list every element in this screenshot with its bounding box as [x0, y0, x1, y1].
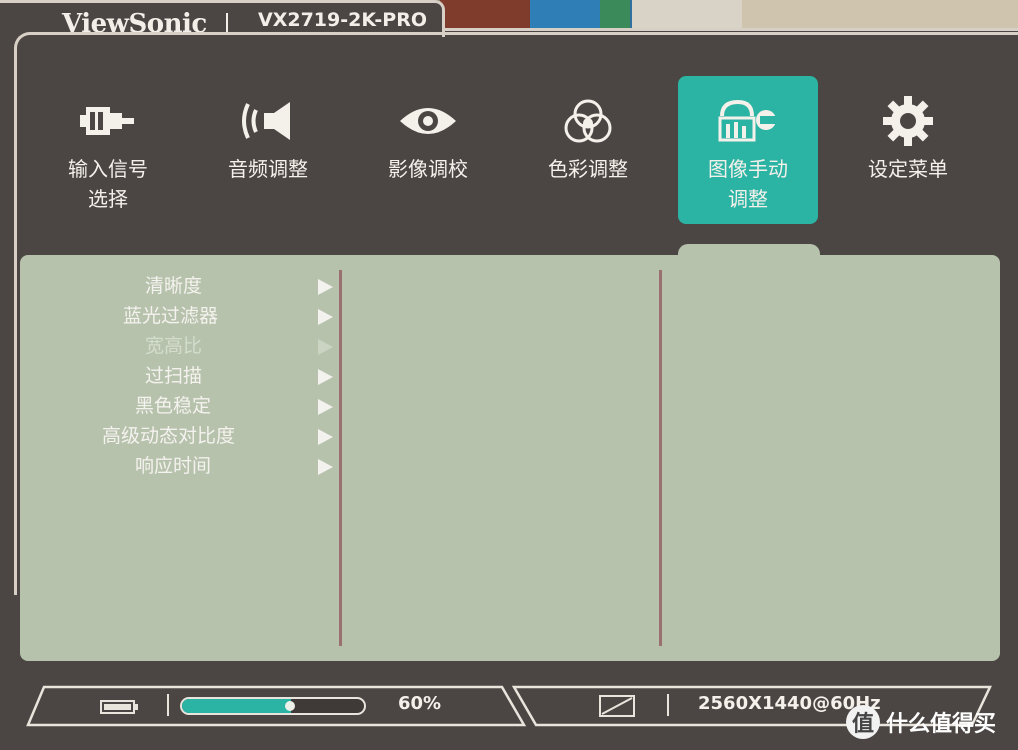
- submenu-arrow-icon: [318, 279, 333, 295]
- tab-audio[interactable]: 音频调整: [198, 76, 338, 224]
- progress-knob: [285, 701, 296, 711]
- submenu-arrow-icon: [318, 459, 333, 475]
- tab-label: 输入信号 选择: [68, 157, 148, 211]
- screen: ViewSonic VX2719-2K-PRO 输入信号 选择 音频调整 影像调…: [0, 0, 1018, 750]
- menu-item-response-time[interactable]: 响应时间: [135, 451, 211, 481]
- submenu-arrow-icon: [318, 369, 333, 385]
- level-progress-bar: [180, 697, 366, 715]
- progress-fill: [182, 699, 292, 713]
- submenu-arrow-icon: [318, 429, 333, 445]
- manual-adjust-icon: [678, 96, 818, 146]
- tab-manual-adjust[interactable]: 图像手动 调整: [678, 76, 818, 224]
- tab-label: 色彩调整: [548, 157, 628, 181]
- submenu-arrow-icon: [318, 309, 333, 325]
- submenu-arrow-icon: [318, 339, 333, 355]
- model-name: VX2719-2K-PRO: [258, 9, 428, 31]
- watermark: 值 什么值得买: [846, 702, 996, 742]
- menu-item-advanced-dcr[interactable]: 高级动态对比度: [102, 421, 235, 451]
- menu-item-aspect-ratio: 宽高比: [145, 335, 203, 357]
- battery-icon: [100, 699, 140, 719]
- watermark-text: 什么值得买: [886, 712, 997, 737]
- color-circles-icon: [518, 96, 658, 146]
- column-divider: [659, 270, 662, 646]
- tab-input-select[interactable]: 输入信号 选择: [38, 76, 178, 224]
- watermark-badge: 值: [846, 705, 880, 739]
- status-separator: [167, 694, 169, 716]
- input-source-icon: [38, 96, 178, 146]
- aspect-ratio-icon: [598, 694, 638, 722]
- menu-item-overscan[interactable]: 过扫描: [145, 361, 202, 391]
- menu-item-blue-light-filter[interactable]: 蓝光过滤器: [123, 301, 218, 331]
- tab-color-adjust[interactable]: 色彩调整: [518, 76, 658, 224]
- gear-icon: [838, 96, 978, 146]
- tab-label: 图像手动 调整: [708, 157, 788, 211]
- header-separator: [226, 13, 228, 33]
- tab-setup-menu[interactable]: 设定菜单: [838, 76, 978, 224]
- tab-label: 设定菜单: [868, 157, 948, 181]
- menu-item-black-stabilization[interactable]: 黑色稳定: [135, 391, 211, 421]
- tab-label: 影像调校: [388, 157, 468, 181]
- eye-icon: [358, 96, 498, 146]
- tab-label: 音频调整: [228, 157, 308, 181]
- level-percent: 60%: [398, 693, 442, 714]
- tab-image-tuning[interactable]: 影像调校: [358, 76, 498, 224]
- status-separator: [667, 694, 669, 716]
- menu-item-sharpness[interactable]: 清晰度: [145, 271, 202, 301]
- column-divider: [339, 270, 342, 646]
- submenu-arrow-icon: [318, 399, 333, 415]
- audio-speaker-icon: [198, 96, 338, 146]
